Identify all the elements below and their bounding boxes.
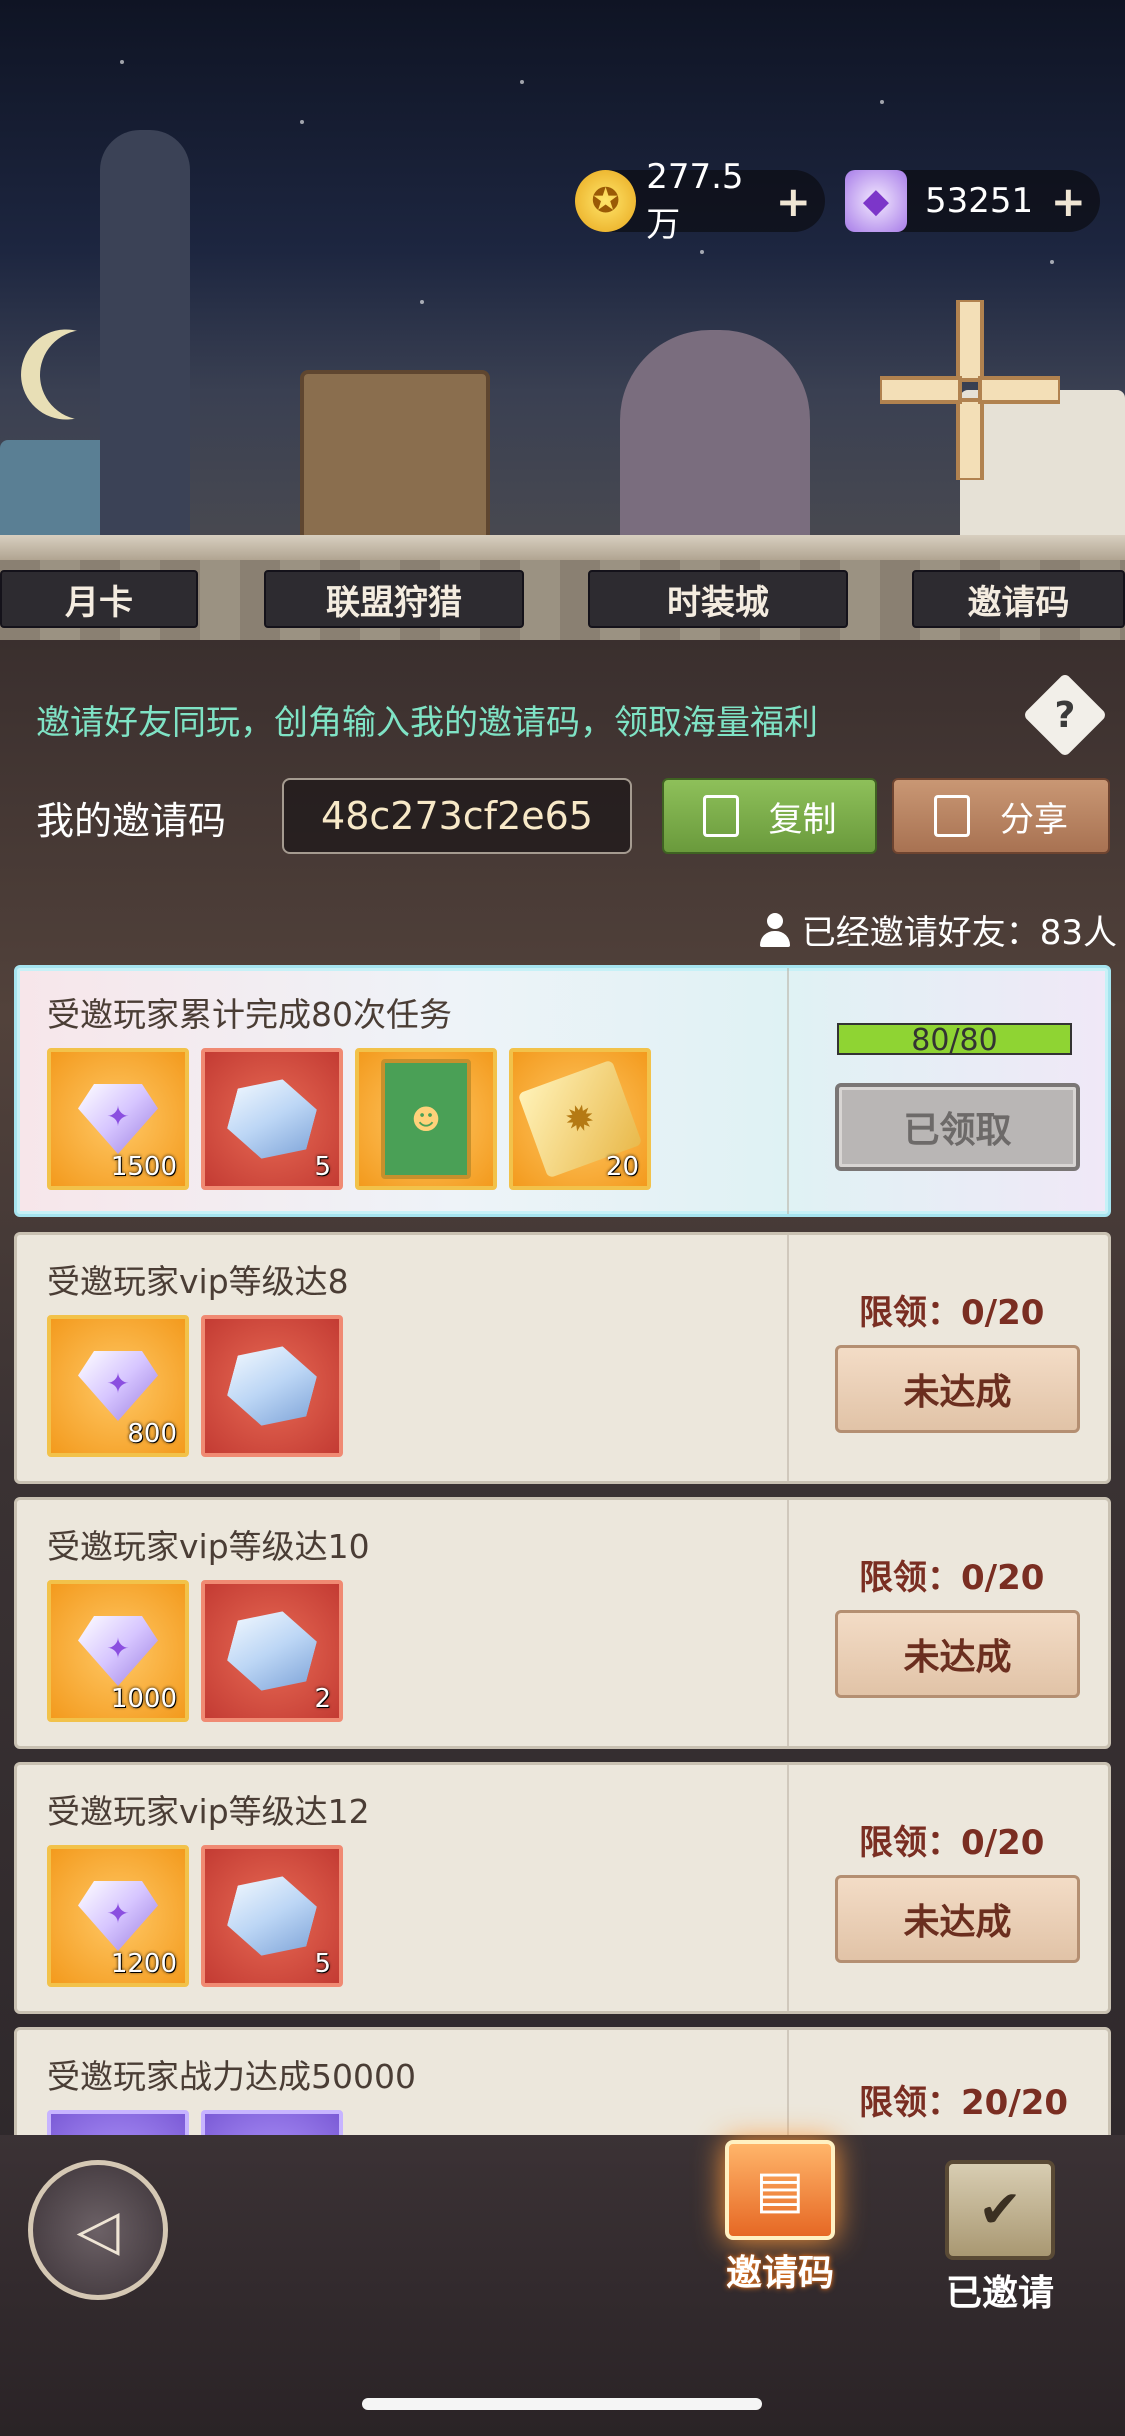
reward-item[interactable]: [201, 1315, 343, 1457]
gold-amount: 277.5万: [646, 156, 744, 245]
diamond-icon: ✦: [78, 1351, 158, 1421]
invite-description: 邀请好友同玩，创角输入我的邀请码，领取海量福利: [36, 703, 818, 743]
diamond-icon: ✦: [78, 1616, 158, 1686]
reward-count: 5: [314, 1152, 331, 1182]
share-icon: [934, 795, 970, 837]
hero-card-icon: ☻: [381, 1059, 471, 1179]
reward-count: 5: [314, 1949, 331, 1979]
claimed-button[interactable]: 已领取: [835, 1083, 1080, 1171]
nav-invited[interactable]: ✔ 已邀请: [945, 2160, 1055, 2316]
not-achieved-button[interactable]: 未达成: [835, 1875, 1080, 1963]
task-title: 受邀玩家vip等级达10: [47, 1527, 370, 1566]
not-achieved-button[interactable]: 未达成: [835, 1610, 1080, 1698]
tab-invite-code[interactable]: 邀请码: [912, 570, 1125, 628]
reward-item[interactable]: ✹ 20: [509, 1048, 651, 1190]
nav-invite-code-label: 邀请码: [725, 2253, 834, 2294]
reward-item[interactable]: ✦ 1000: [47, 1580, 189, 1722]
reward-count: 800: [127, 1419, 177, 1449]
crystal-cube-icon: [222, 1336, 322, 1436]
copy-icon: [702, 795, 739, 837]
gem-currency[interactable]: ◆ 53251 +: [845, 170, 1100, 232]
share-button[interactable]: 分享: [892, 778, 1110, 854]
claim-limit: 限领：0/20: [859, 1823, 1045, 1863]
copy-label: 复制: [768, 799, 837, 840]
reward-count: 20: [605, 1152, 639, 1182]
back-button[interactable]: ◁: [28, 2160, 168, 2300]
back-arrow-icon: ◁: [76, 2197, 120, 2263]
reward-item[interactable]: 2: [201, 1580, 343, 1722]
reward-item[interactable]: ✦ 1200: [47, 1845, 189, 1987]
reward-item[interactable]: 5: [201, 1048, 343, 1190]
reward-list: ✦ 1000 2: [47, 1580, 343, 1722]
invited-count-text: 已经邀请好友：83人: [801, 913, 1117, 953]
reward-item[interactable]: 5: [201, 1845, 343, 1987]
reward-list: ✦ 1200 5: [47, 1845, 343, 1987]
gold-currency[interactable]: ✪ 277.5万 +: [575, 157, 825, 245]
windmill-decoration: [880, 300, 1060, 480]
shop-building: [620, 330, 810, 540]
task-progress-text: 80/80: [911, 1023, 998, 1058]
guild-building: [300, 370, 490, 540]
town-background: [0, 0, 1125, 560]
checkmark-icon: ✔: [945, 2160, 1055, 2260]
clock-tower: [100, 130, 190, 550]
user-icon: [758, 912, 792, 947]
tab-bar: 月卡 联盟狩猎 时装城 邀请码: [0, 560, 1125, 640]
claim-limit: 限领：20/20: [859, 2083, 1069, 2123]
invite-panel: 邀请好友同玩，创角输入我的邀请码，领取海量福利 ? 我的邀请码 48c273cf…: [0, 640, 1125, 2147]
add-gold-icon[interactable]: +: [776, 177, 811, 226]
bottom-nav: ◁ ▤ 邀请码 ✔ 已邀请: [0, 2135, 1125, 2436]
reward-item[interactable]: ✦ 800: [47, 1315, 189, 1457]
stone-wall: [0, 535, 1125, 560]
invite-ticket-icon: ▤: [725, 2140, 835, 2240]
reward-item[interactable]: ☻: [355, 1048, 497, 1190]
invite-code-field[interactable]: 48c273cf2e65: [282, 778, 632, 854]
gem-amount: 53251: [925, 181, 1034, 221]
gold-coin-icon: ✪: [575, 170, 637, 232]
share-label: 分享: [1000, 799, 1068, 840]
claim-limit: 限领：0/20: [859, 1293, 1045, 1333]
task-card: 受邀玩家战力达成50000 限领：20/20: [14, 2027, 1111, 2147]
reward-list: ✦ 800: [47, 1315, 343, 1457]
nav-invited-label: 已邀请: [945, 2273, 1054, 2314]
not-achieved-button[interactable]: 未达成: [835, 1345, 1080, 1433]
copy-button[interactable]: 复制: [662, 778, 877, 854]
task-title: 受邀玩家战力达成50000: [47, 2057, 416, 2096]
crystal-cube-icon: [222, 1601, 322, 1701]
task-card: 受邀玩家vip等级达12 ✦ 1200 5 限领：0/20 未达成: [14, 1762, 1111, 2014]
crystal-cube-icon: [222, 1866, 322, 1966]
claim-limit: 限领：0/20: [859, 1558, 1045, 1598]
reward-count: 1000: [110, 1684, 177, 1714]
diamond-icon: ◆: [845, 170, 907, 232]
task-card: 受邀玩家vip等级达8 ✦ 800 限领：0/20 未达成: [14, 1232, 1111, 1484]
task-card: 受邀玩家累计完成80次任务 ✦ 1500 5 ☻ ✹ 20 80/80 已领取: [14, 965, 1111, 1217]
invited-count: 已经邀请好友：83人: [758, 905, 1117, 954]
invite-code-label: 我的邀请码: [36, 799, 227, 843]
diamond-icon: ✦: [78, 1084, 158, 1154]
tab-fashion-city[interactable]: 时装城: [588, 570, 848, 628]
task-card: 受邀玩家vip等级达10 ✦ 1000 2 限领：0/20 未达成: [14, 1497, 1111, 1749]
task-title: 受邀玩家累计完成80次任务: [47, 995, 452, 1034]
home-indicator[interactable]: [362, 2398, 762, 2410]
tab-monthly-card[interactable]: 月卡: [0, 570, 198, 628]
task-progress-bar: 80/80: [837, 1023, 1072, 1058]
add-gem-icon[interactable]: +: [1051, 177, 1086, 226]
diamond-icon: ✦: [78, 1881, 158, 1951]
reward-count: 2: [314, 1684, 331, 1714]
task-title: 受邀玩家vip等级达8: [47, 1262, 349, 1301]
help-icon[interactable]: ?: [1022, 672, 1108, 758]
tab-alliance-hunt[interactable]: 联盟狩猎: [264, 570, 524, 628]
reward-item[interactable]: ✦ 1500: [47, 1048, 189, 1190]
nav-invite-code[interactable]: ▤ 邀请码: [725, 2140, 835, 2296]
reward-count: 1200: [110, 1949, 177, 1979]
crystal-cube-icon: [222, 1069, 322, 1169]
reward-list: ✦ 1500 5 ☻ ✹ 20: [47, 1048, 651, 1190]
task-title: 受邀玩家vip等级达12: [47, 1792, 370, 1831]
reward-count: 1500: [110, 1152, 177, 1182]
